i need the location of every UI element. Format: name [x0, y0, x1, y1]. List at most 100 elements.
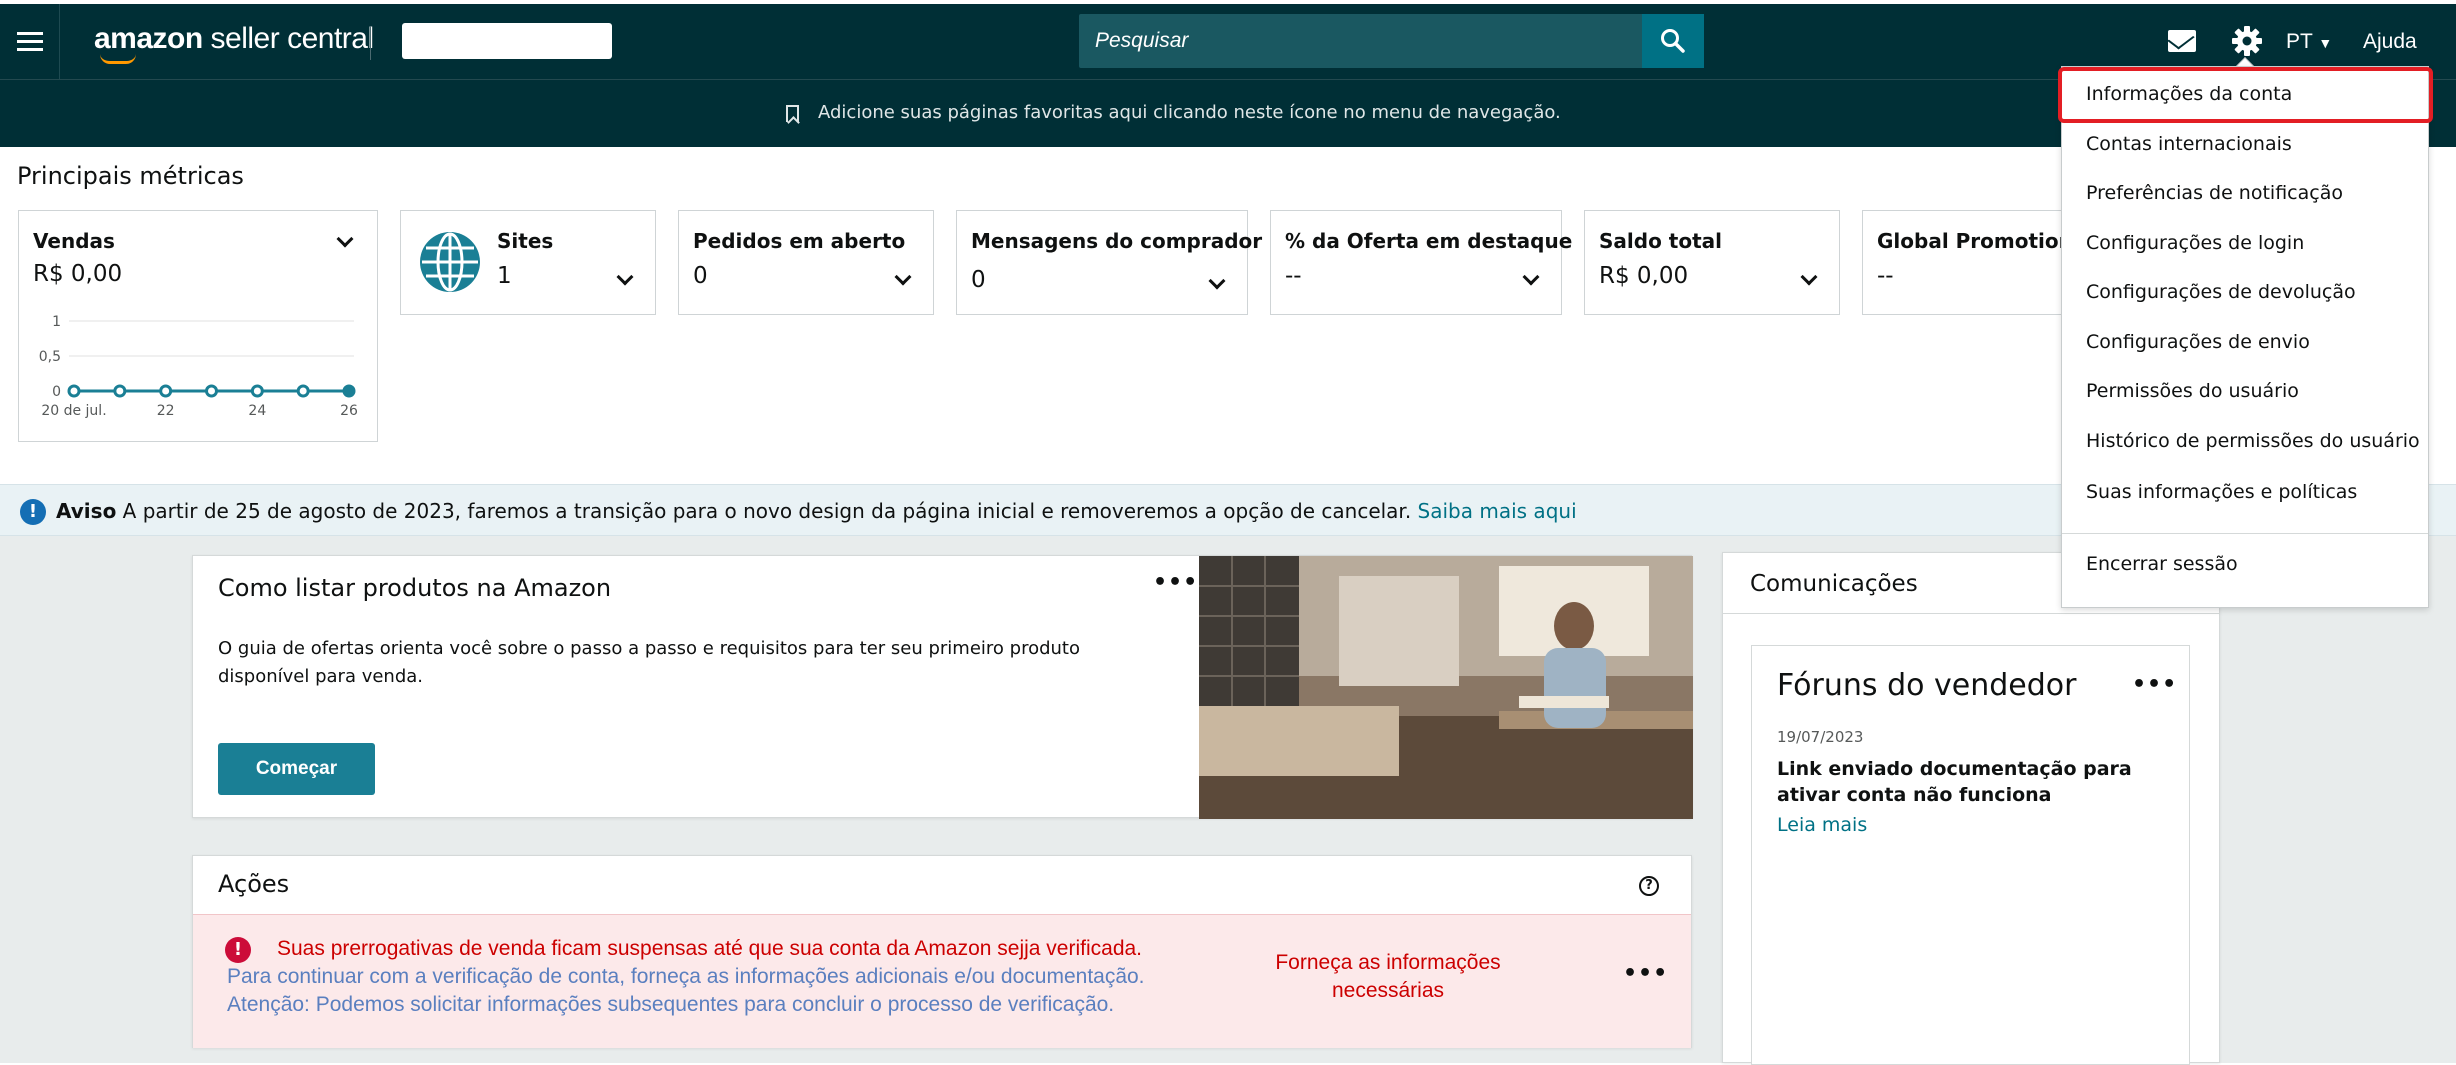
search-input[interactable] [1079, 14, 1641, 68]
alert-note: Atenção: Podemos solicitar informações s… [227, 993, 1115, 1016]
notice-label: Aviso [56, 499, 117, 523]
search-bar [1079, 14, 1704, 68]
metric-value: 0 [693, 263, 708, 289]
nav-divider [370, 26, 371, 60]
data-point[interactable] [250, 384, 264, 398]
menu-item-account-info[interactable]: Informações da conta [2086, 83, 2292, 105]
chevron-down-icon[interactable] [336, 230, 354, 248]
workshop-photo [1199, 556, 1693, 819]
metric-label: Global Promotion [1877, 229, 2073, 253]
more-options-icon[interactable]: ••• [2132, 672, 2177, 697]
error-icon: ! [225, 937, 251, 963]
menu-item-international-accounts[interactable]: Contas internacionais [2086, 133, 2292, 155]
gear-icon[interactable] [2230, 24, 2264, 58]
menu-item-info-policies[interactable]: Suas informações e políticas [2086, 481, 2357, 503]
data-point[interactable] [205, 384, 218, 398]
metric-label: Mensagens do comprador [971, 229, 1263, 253]
data-point[interactable] [296, 384, 310, 398]
bookmark-icon [786, 105, 799, 122]
mail-icon[interactable] [2168, 30, 2196, 52]
notice-link[interactable]: Saiba mais aqui [1418, 499, 1577, 523]
y-tick-label: 1 [52, 314, 61, 330]
metrics-title: Principais métricas [17, 162, 244, 190]
communications-card: Comunicações Fóruns do vendedor ••• 19/0… [1722, 552, 2220, 1065]
chevron-down-icon[interactable] [1208, 272, 1226, 290]
metric-card-oferta[interactable]: % da Oferta em destaque -- [1270, 210, 1572, 315]
more-options-icon[interactable]: ••• [1623, 961, 1668, 986]
y-tick-label: 0 [52, 384, 61, 400]
provide-info-link[interactable]: Forneça as informações necessárias [1243, 949, 1533, 1005]
divider [1723, 613, 2219, 614]
seller-forums-card: Fóruns do vendedor ••• 19/07/2023 Link e… [1751, 645, 2190, 1065]
start-button[interactable]: Começar [218, 743, 375, 795]
metric-card-vendas[interactable]: Vendas R$ 0,00 0 0,5 1 20 de jul. 22 24 26 [18, 210, 378, 442]
card-title: Como listar produtos na Amazon [218, 574, 612, 602]
amazon-seller-central-logo[interactable]: amazon seller central [94, 22, 374, 56]
favorites-hint: Adicione suas páginas favoritas aqui cli… [818, 102, 1561, 123]
logo-brand: amazon [94, 22, 203, 55]
data-point[interactable] [67, 384, 81, 398]
menu-item-notification-preferences[interactable]: Preferências de notificação [2086, 182, 2343, 204]
metric-value: 1 [497, 263, 512, 289]
settings-dropdown-menu: Informações da conta Contas internaciona… [2058, 66, 2433, 608]
metric-label: Pedidos em aberto [693, 229, 906, 253]
account-switcher[interactable] [402, 23, 612, 59]
post-date: 19/07/2023 [1777, 728, 1864, 746]
menu-item-return-settings[interactable]: Configurações de devolução [2086, 281, 2356, 303]
card-title: Ações [218, 870, 290, 898]
language-selector[interactable]: PT ▼ [2286, 30, 2332, 54]
metric-card-global-promotion[interactable]: Global Promotion -- [1862, 210, 2092, 315]
chevron-down-icon[interactable] [1800, 268, 1818, 286]
data-point[interactable] [113, 384, 127, 398]
actions-card: Ações ? ! Suas prerrogativas de venda fi… [192, 855, 1692, 1048]
y-tick-label: 0,5 [39, 349, 61, 365]
search-icon [1661, 29, 1685, 53]
notice-text: Aviso A partir de 25 de agosto de 2023, … [56, 499, 1577, 523]
globe-icon [420, 232, 480, 292]
alert-title: Suas prerrogativas de venda ficam suspen… [277, 937, 1143, 960]
x-tick-label: 20 de jul. [41, 403, 106, 419]
metric-card-pedidos[interactable]: Pedidos em aberto 0 [678, 210, 934, 315]
card-description: O guia de ofertas orienta você sobre o p… [218, 638, 1080, 687]
hamburger-icon [16, 40, 43, 43]
logo-product: seller central [210, 22, 375, 55]
metric-card-saldo[interactable]: Saldo total R$ 0,00 [1584, 210, 1840, 315]
chevron-down-icon[interactable] [616, 268, 634, 286]
menu-item-user-permissions[interactable]: Permissões do usuário [2086, 380, 2299, 402]
caret-down-icon: ▼ [2318, 35, 2333, 51]
language-label: PT [2286, 30, 2313, 53]
menu-item-logout[interactable]: Encerrar sessão [2086, 553, 2238, 575]
search-button[interactable] [1642, 14, 1704, 68]
x-tick-label: 22 [157, 403, 175, 419]
data-point[interactable] [342, 384, 356, 398]
metric-card-sites[interactable]: Sites 1 [400, 210, 656, 315]
more-options-icon[interactable]: ••• [1153, 570, 1198, 595]
menu-item-permissions-history[interactable]: Histórico de permissões do usuário [2086, 430, 2420, 452]
verification-alert: ! Suas prerrogativas de venda ficam susp… [193, 914, 1691, 1048]
metric-value: -- [1877, 263, 1894, 289]
card-title: Comunicações [1750, 571, 1918, 597]
alert-instructions: Para continuar com a verificação de cont… [227, 965, 1145, 988]
chevron-down-icon[interactable] [1522, 268, 1540, 286]
metric-value: R$ 0,00 [33, 261, 123, 287]
chevron-down-icon[interactable] [894, 268, 912, 286]
metric-label: % da Oferta em destaque [1285, 229, 1573, 253]
data-point[interactable] [159, 384, 173, 398]
menu-divider [2062, 533, 2428, 534]
help-link[interactable]: Ajuda [2363, 30, 2417, 54]
listing-guide-card: Como listar produtos na Amazon ••• O gui… [192, 555, 1693, 819]
forum-title: Fóruns do vendedor [1777, 668, 2077, 703]
menu-item-login-settings[interactable]: Configurações de login [2086, 232, 2304, 254]
metric-label: Vendas [33, 229, 115, 253]
amazon-smile-icon [100, 54, 136, 64]
vendas-line-chart: 0 0,5 1 20 de jul. 22 24 26 [39, 314, 358, 419]
post-title[interactable]: Link enviado documentação para ativar co… [1777, 756, 2177, 808]
hamburger-menu-button[interactable] [0, 4, 60, 79]
metric-value: R$ 0,00 [1599, 263, 1689, 289]
x-tick-label: 24 [248, 403, 266, 419]
metric-value: -- [1285, 263, 1302, 289]
read-more-link[interactable]: Leia mais [1777, 814, 1867, 836]
metric-card-mensagens[interactable]: Mensagens do comprador 0 [956, 210, 1262, 315]
help-icon[interactable]: ? [1639, 876, 1659, 896]
menu-item-shipping-settings[interactable]: Configurações de envio [2086, 331, 2310, 353]
